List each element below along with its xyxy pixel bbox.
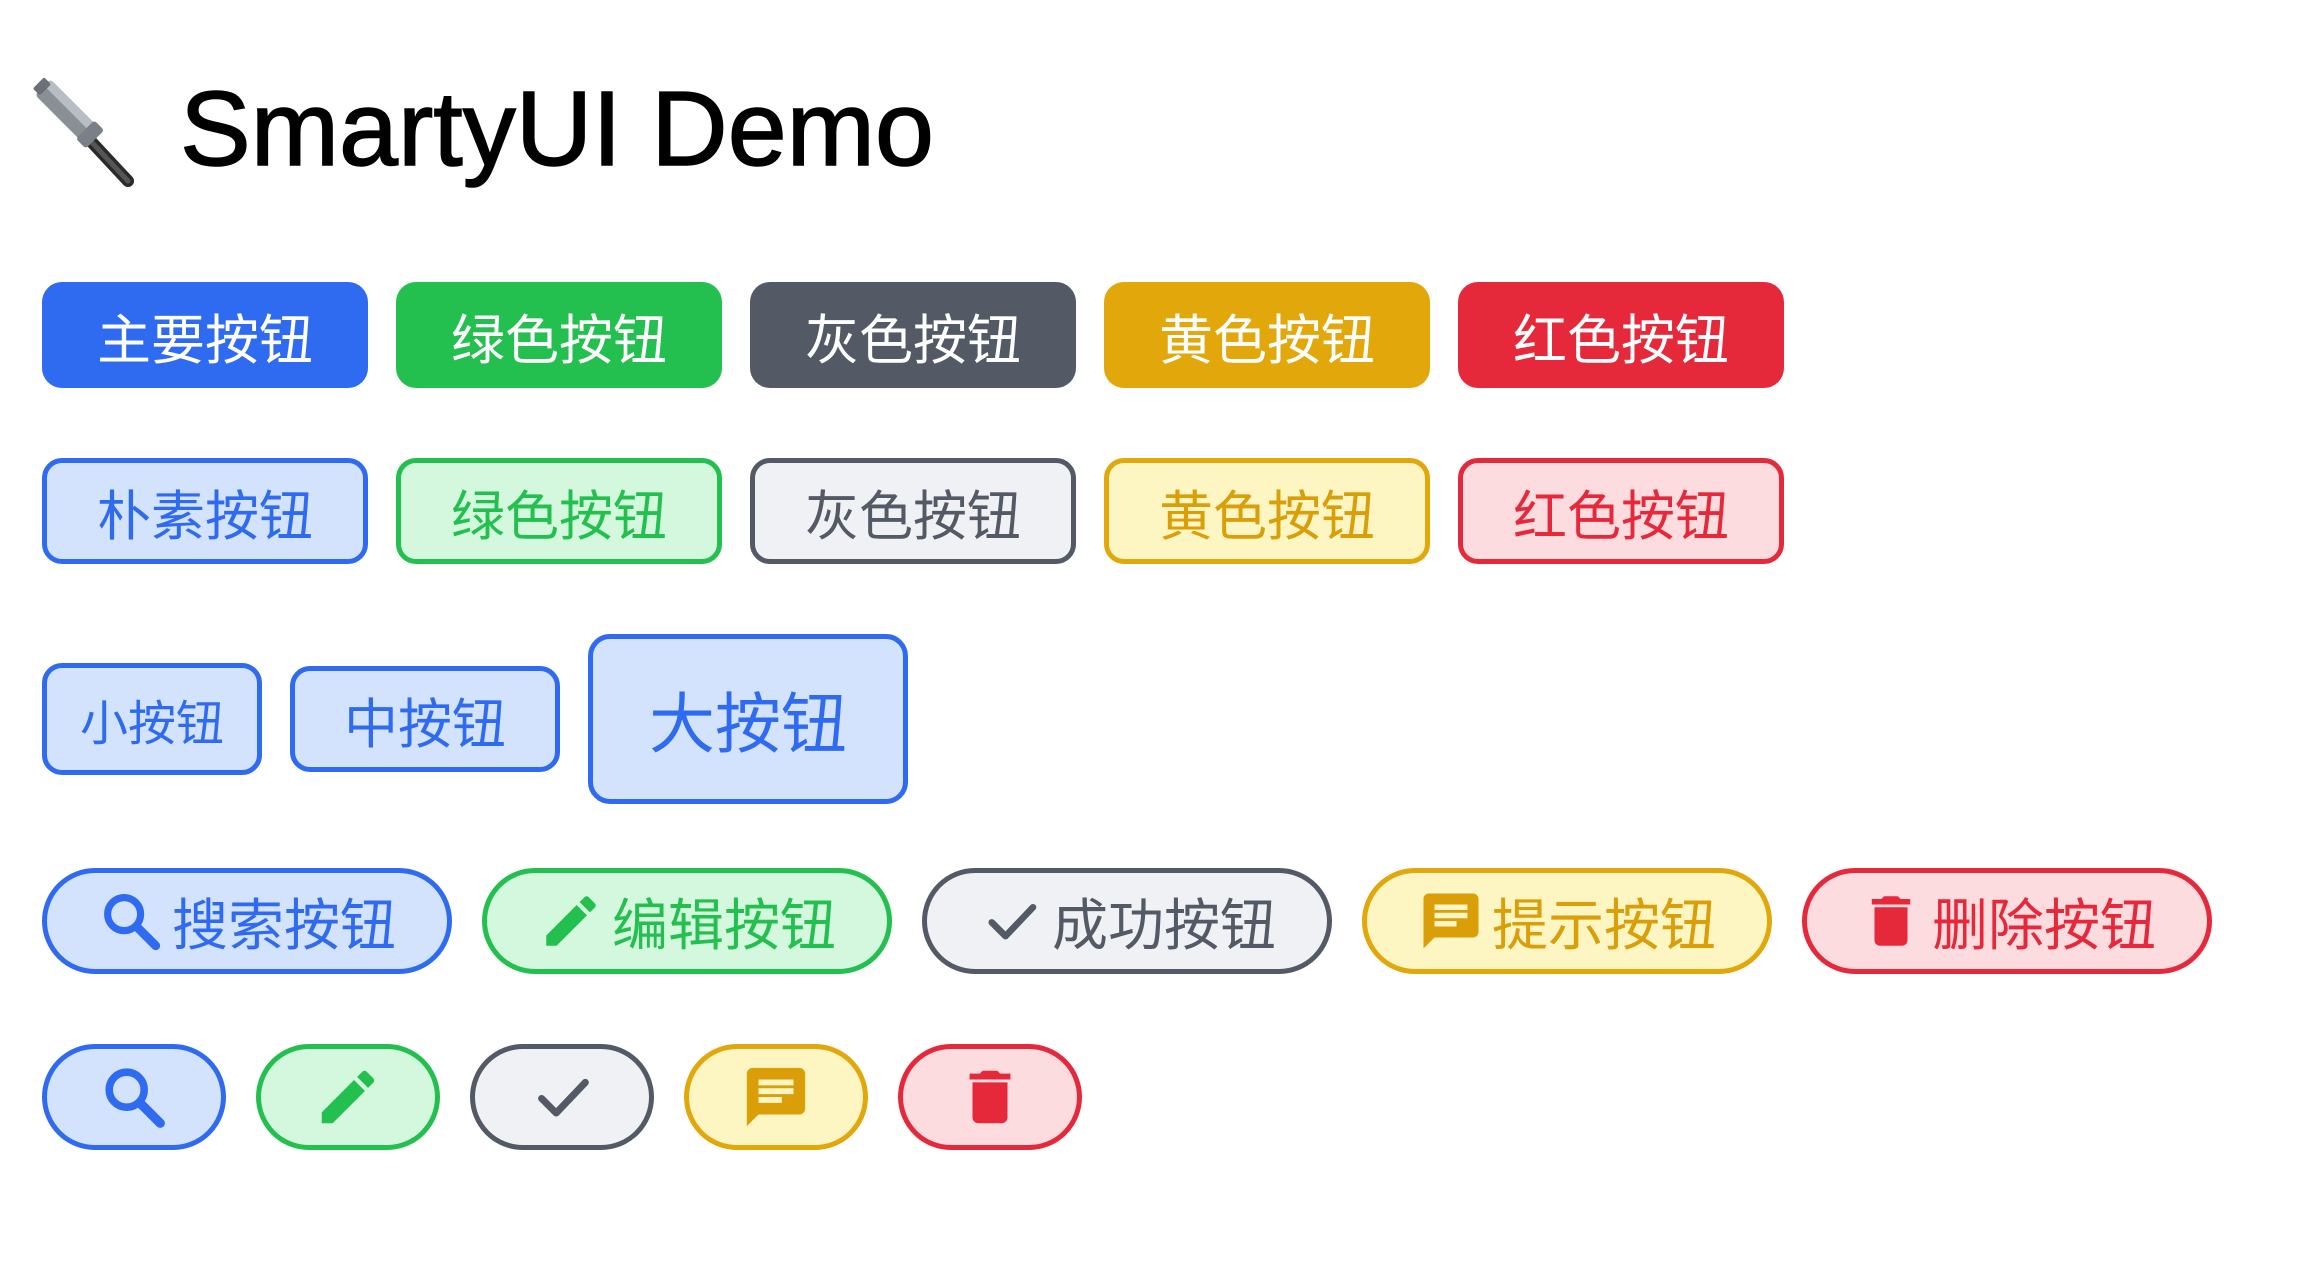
plain-primary-button[interactable]: 朴素按钮 [42,458,368,564]
tip-icon-button[interactable] [684,1044,868,1150]
plain-gray-button[interactable]: 灰色按钮 [750,458,1076,564]
red-button[interactable]: 红色按钮 [1458,282,1784,388]
plain-red-button[interactable]: 红色按钮 [1458,458,1784,564]
search-icon [99,1062,169,1132]
large-button[interactable]: 大按钮 [588,634,908,804]
icon-only-buttons-row [42,1044,1112,1150]
delete-icon-button[interactable] [898,1044,1082,1150]
plain-buttons-row: 朴素按钮 绿色按钮 灰色按钮 黄色按钮 红色按钮 [42,458,1812,564]
plain-yellow-button[interactable]: 黄色按钮 [1104,458,1430,564]
delete-button[interactable]: 删除按钮 [1802,868,2212,974]
page-title: SmartyUI Demo [24,64,935,194]
success-button-label: 成功按钮 [1052,893,1276,959]
message-icon [1418,888,1484,954]
pencil-icon [313,1062,383,1132]
pencil-icon [538,888,604,954]
primary-button[interactable]: 主要按钮 [42,282,368,388]
green-button[interactable]: 绿色按钮 [396,282,722,388]
solid-buttons-row: 主要按钮 绿色按钮 灰色按钮 黄色按钮 红色按钮 [42,282,1812,388]
medium-button[interactable]: 中按钮 [290,666,560,772]
hammer-icon [24,69,144,189]
icon-text-buttons-row: 搜索按钮 编辑按钮 成功按钮 提示按钮 删除按钮 [42,868,2242,974]
edit-icon-button[interactable] [256,1044,440,1150]
tip-button-label: 提示按钮 [1492,893,1716,959]
trash-icon [955,1062,1025,1132]
success-icon-button[interactable] [470,1044,654,1150]
small-button[interactable]: 小按钮 [42,663,262,775]
trash-icon [1858,888,1924,954]
plain-green-button[interactable]: 绿色按钮 [396,458,722,564]
yellow-button[interactable]: 黄色按钮 [1104,282,1430,388]
search-icon-button[interactable] [42,1044,226,1150]
tip-button[interactable]: 提示按钮 [1362,868,1772,974]
page-title-text: SmartyUI Demo [179,69,934,189]
gray-button[interactable]: 灰色按钮 [750,282,1076,388]
edit-button-label: 编辑按钮 [612,893,836,959]
edit-button[interactable]: 编辑按钮 [482,868,892,974]
search-button[interactable]: 搜索按钮 [42,868,452,974]
check-icon [527,1062,597,1132]
message-icon [741,1062,811,1132]
search-icon [98,888,164,954]
check-icon [978,888,1044,954]
delete-button-label: 删除按钮 [1932,893,2156,959]
search-button-label: 搜索按钮 [172,893,396,959]
size-buttons-row: 小按钮 中按钮 大按钮 [42,634,908,804]
success-button[interactable]: 成功按钮 [922,868,1332,974]
